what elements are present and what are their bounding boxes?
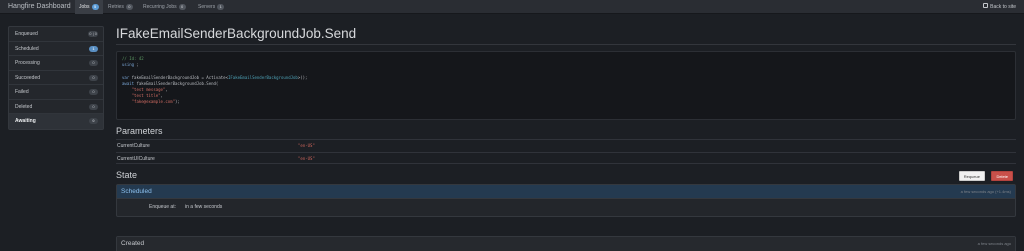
code-var-decl: fakeEmailSenderBackgroundJob = Activate< [129,74,228,80]
nav-recurring-jobs[interactable]: Recurring Jobs 0 [139,0,190,14]
nav-servers-label: Servers [198,4,216,10]
sidebar-item-processing[interactable]: Processing 0 [9,56,103,71]
state-card-scheduled: Scheduled a few seconds ago (+1.4ms) Enq… [116,184,1016,217]
code-close: ); [175,99,180,105]
code-comment: // Id: 42 [122,56,144,61]
code-arg-2: "test title" [131,93,161,99]
nav-jobs-count: 5 [91,3,99,10]
sidebar-item-count: 0 [89,74,98,81]
sidebar-item-label: Processing [15,60,40,66]
nav-retries-label: Retries [108,4,124,10]
state-body: Enqueue at: in a few seconds [117,199,1015,216]
sidebar-item-scheduled[interactable]: Scheduled 1 [9,42,103,56]
sidebar-item-count: 0 | 0 [88,31,98,37]
nav-jobs[interactable]: Jobs 5 [75,0,103,14]
requeue-button[interactable]: Requeue [958,171,985,181]
sidebar-item-label: Failed [15,89,29,95]
table-row: CurrentCulture "en-US" [116,139,1016,152]
sidebar-item-count: 1 [89,45,98,52]
code-arg-3: "fake@example.com" [131,99,175,105]
nav-servers-count: 1 [217,3,225,10]
brand-link[interactable]: Hangfire Dashboard [8,3,71,10]
parameters-table: CurrentCulture "en-US" CurrentUICulture … [116,139,1016,164]
sidebar-item-count: 0 [89,89,98,95]
external-link-icon [983,3,989,9]
enqueue-at-value: in a few seconds [185,204,223,210]
title-divider [116,44,1016,45]
sidebar-item-label: Succeeded [15,74,41,81]
sidebar-item-failed[interactable]: Failed 0 [9,85,103,100]
code-arg-1: "test message" [131,87,166,93]
code-type-name: IFakeEmailSenderBackgroundJob [227,74,298,80]
state-card-created-main: Created a few seconds ago [116,236,1016,251]
job-code-block: // Id: 42 using ; var fakeEmailSenderBac… [116,51,1016,120]
table-row: CurrentUICulture "en-US" [116,151,1016,164]
code-var-end: >(); [297,74,308,80]
back-to-site-link[interactable]: Back to site [983,0,1016,14]
sidebar-item-count: 0 [89,60,98,66]
nav-recurring-jobs-count: 0 [178,3,186,10]
page-title: IFakeEmailSenderBackgroundJob.Send [116,26,357,41]
code-using-rest: ; [134,62,139,68]
back-to-site-label: Back to site [990,4,1016,10]
sidebar-item-deleted[interactable]: Deleted 0 [9,100,103,114]
state-header: Scheduled a few seconds ago (+1.4ms) [117,185,1015,199]
enqueue-at-label: Enqueue at: [149,204,176,210]
delete-button[interactable]: Delete [991,171,1013,181]
job-state-sidebar: Enqueued 0 | 0 Scheduled 1 Processing 0 Suc… [8,26,104,130]
sidebar-item-count: 0 [89,103,98,110]
code-await-rest: fakeEmailSenderBackgroundJob.Send( [134,80,219,86]
nav-servers[interactable]: Servers 1 [194,0,228,14]
param-name: CurrentUICulture [117,155,155,162]
sidebar-item-label: Enqueued [15,31,38,37]
sidebar-item-label: Deleted [15,103,33,110]
nav-recurring-jobs-label: Recurring Jobs [143,4,177,10]
sidebar-item-label: Awaiting [15,118,36,124]
state-title: State [116,170,138,180]
sidebar-item-enqueued[interactable]: Enqueued 0 | 0 [9,27,103,42]
state-name: Created [121,240,145,247]
sidebar-item-label: Scheduled [15,45,39,52]
code-await-keyword: await [122,80,135,86]
sidebar-item-awaiting[interactable]: Awaiting 0 [9,114,103,129]
sidebar-item-succeeded[interactable]: Succeeded 0 [9,71,103,85]
nav-retries[interactable]: Retries 0 [104,0,137,14]
code-using-keyword: using [122,62,135,68]
top-navbar: Hangfire Dashboard Jobs 5 Retries 0 Recurr… [0,0,1024,14]
state-time: a few seconds ago [977,241,1011,246]
state-time: a few seconds ago (+1.4ms) [960,189,1011,194]
nav-retries-count: 0 [125,3,133,10]
param-value: "en-US" [298,155,315,161]
sidebar-item-count: 0 [89,118,98,124]
state-header: Created a few seconds ago [117,237,1015,251]
nav-jobs-label: Jobs [79,4,90,10]
parameters-title: Parameters [116,126,163,136]
state-name: Scheduled [121,188,152,195]
